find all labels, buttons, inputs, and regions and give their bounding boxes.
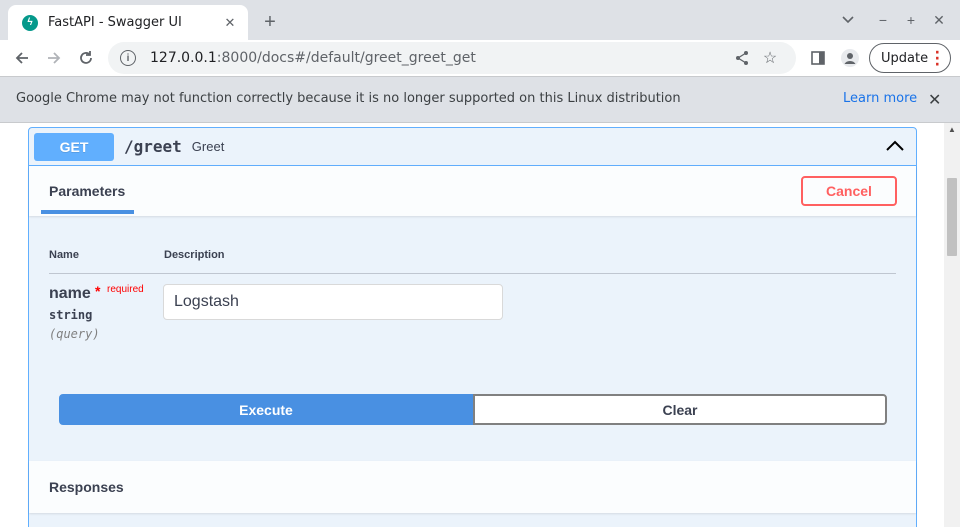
parameters-table: Name Description name * required string … (29, 216, 916, 461)
back-button[interactable] (8, 44, 36, 72)
collapse-chevron-icon[interactable] (884, 136, 906, 156)
col-header-description: Description (164, 249, 225, 261)
browser-toolbar: i 127.0.0.1:8000/docs#/default/greet_gre… (0, 40, 960, 76)
parameters-header: Parameters Cancel (29, 166, 916, 216)
maximize-icon[interactable]: + (901, 10, 921, 30)
page-viewport: GET /greet Greet Parameters Cancel Name … (0, 123, 944, 527)
name-input[interactable]: Logstash (163, 284, 503, 320)
scroll-thumb[interactable] (947, 178, 957, 256)
param-location: (query) (49, 327, 100, 341)
learn-more-link[interactable]: Learn more (843, 91, 917, 106)
profile-avatar-icon[interactable] (840, 48, 860, 68)
execute-button[interactable]: Execute (59, 394, 473, 425)
menu-dots-icon[interactable]: · · · (935, 46, 940, 72)
operation-summary[interactable]: GET /greet Greet (29, 128, 916, 166)
param-name: name (49, 285, 91, 302)
minimize-icon[interactable]: − (873, 10, 893, 30)
close-window-icon[interactable]: ✕ (929, 10, 949, 30)
tab-strip: ϟ FastAPI - Swagger UI ✕ + − + ✕ (0, 0, 960, 40)
operation-path: /greet (124, 137, 182, 156)
parameters-tab[interactable]: Parameters (49, 183, 125, 199)
side-panel-icon[interactable] (808, 48, 828, 68)
execute-button-group: Execute Clear (59, 394, 887, 425)
url-text: 127.0.0.1:8000/docs#/default/greet_greet… (150, 50, 476, 66)
infobar-close-icon[interactable]: ✕ (928, 90, 941, 110)
operation-summary-text: Greet (191, 139, 225, 154)
tab-search-chevron-icon[interactable] (838, 10, 858, 30)
forward-button[interactable] (40, 44, 68, 72)
cancel-button[interactable]: Cancel (801, 176, 897, 206)
reload-button[interactable] (72, 44, 100, 72)
http-method-badge: GET (34, 132, 114, 161)
header-divider (49, 273, 896, 274)
operation-block-get-greet: GET /greet Greet Parameters Cancel Name … (28, 127, 917, 527)
new-tab-button[interactable]: + (258, 10, 282, 34)
site-info-icon[interactable]: i (120, 50, 136, 66)
parameters-tab-underline (41, 210, 134, 214)
address-bar[interactable]: i 127.0.0.1:8000/docs#/default/greet_gre… (108, 42, 796, 74)
required-star: * (95, 283, 101, 299)
col-header-name: Name (49, 249, 79, 261)
fastapi-favicon-icon: ϟ (22, 14, 38, 31)
tab-title: FastAPI - Swagger UI (48, 15, 182, 30)
browser-tab[interactable]: ϟ FastAPI - Swagger UI ✕ (8, 5, 248, 40)
page-scrollbar[interactable]: ▲ (944, 123, 960, 527)
bookmark-star-icon[interactable]: ☆ (756, 44, 784, 72)
required-label: required (107, 284, 144, 295)
responses-title: Responses (49, 479, 124, 495)
unsupported-os-infobar: Google Chrome may not function correctly… (0, 76, 960, 123)
share-icon[interactable] (728, 44, 756, 72)
tab-close-icon[interactable]: ✕ (222, 15, 238, 31)
clear-button[interactable]: Clear (473, 394, 887, 425)
param-type: string (49, 308, 93, 322)
scroll-up-arrow-icon[interactable]: ▲ (948, 125, 956, 134)
infobar-message: Google Chrome may not function correctly… (16, 91, 681, 106)
responses-header: Responses (29, 461, 916, 513)
update-button[interactable]: Update · · · (869, 43, 951, 73)
